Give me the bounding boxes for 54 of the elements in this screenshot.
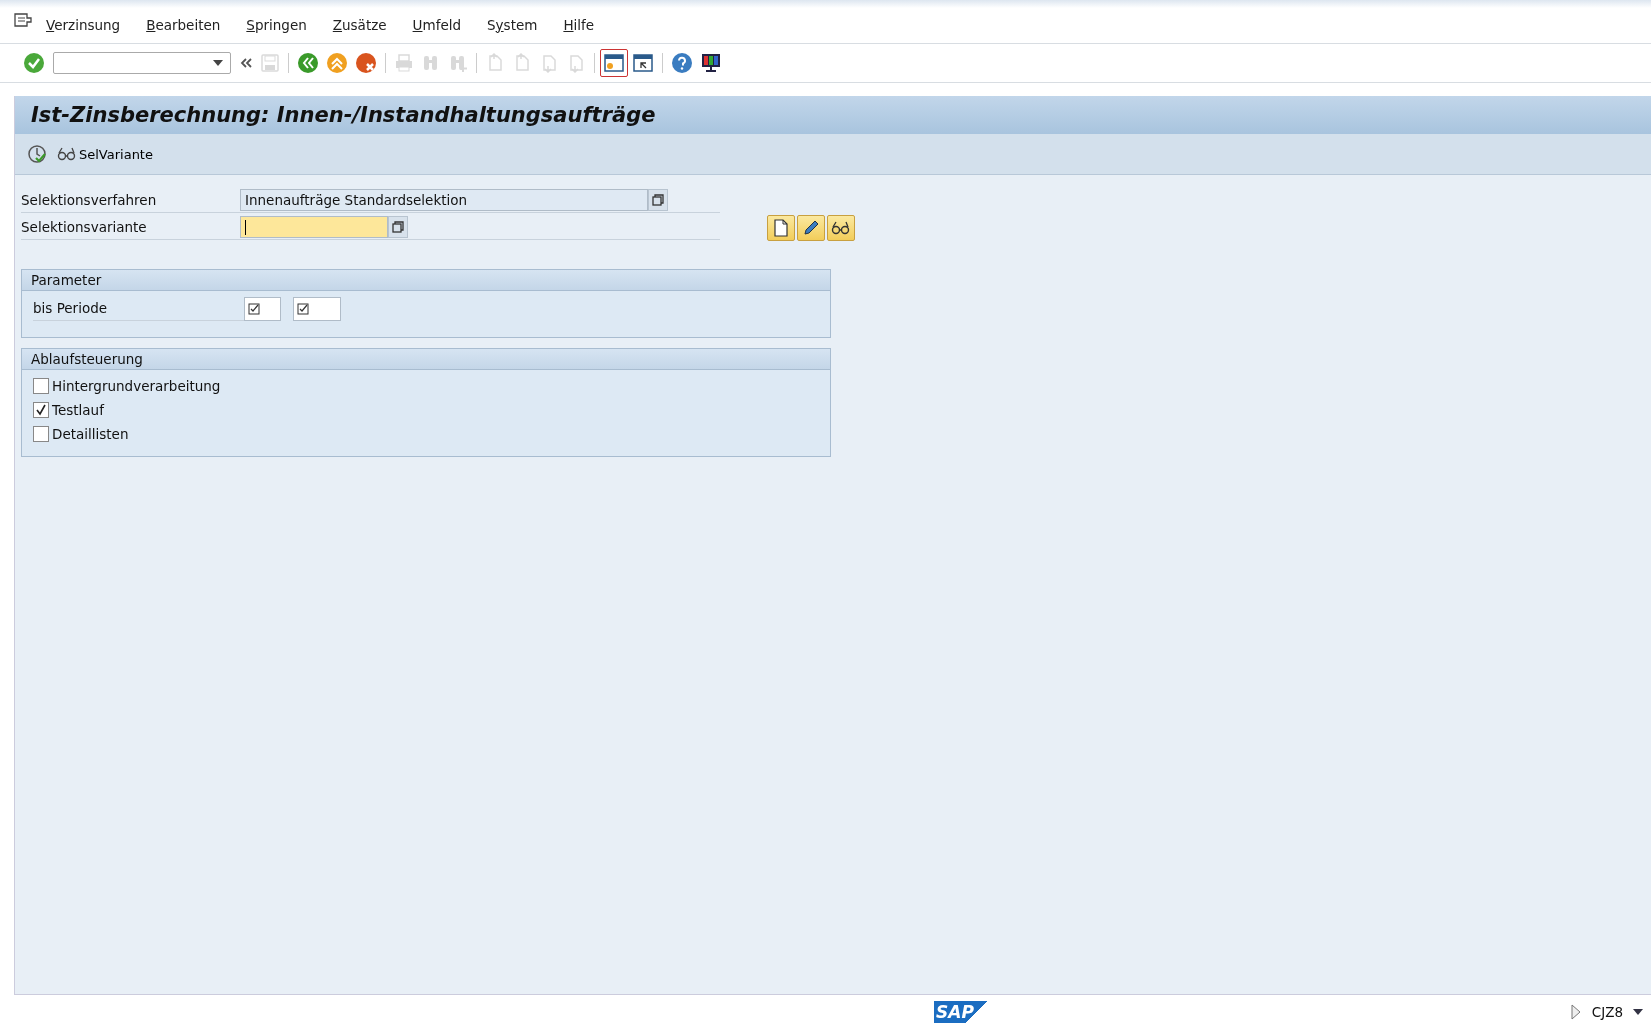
- transaction-code[interactable]: CJZ8: [1591, 1004, 1623, 1020]
- edit-variant-button[interactable]: [797, 214, 825, 241]
- dropdown-icon[interactable]: [1633, 1009, 1643, 1015]
- checkbox-label[interactable]: Hintergrundverarbeitung: [52, 378, 221, 394]
- group-title: Parameter: [22, 270, 830, 291]
- field-label: bis Periode: [33, 296, 244, 321]
- menu-item[interactable]: Springen: [246, 16, 307, 33]
- menu-item[interactable]: Bearbeiten: [146, 16, 221, 33]
- logo: SAP: [934, 1001, 988, 1023]
- checkbox[interactable]: [33, 378, 49, 394]
- cancel-icon[interactable]: [355, 52, 377, 74]
- menu-item[interactable]: System: [487, 16, 538, 33]
- exit-icon[interactable]: [326, 52, 348, 74]
- input-field[interactable]: [293, 296, 341, 321]
- glasses-icon: [831, 220, 851, 235]
- shortcut-window-icon[interactable]: [632, 52, 654, 74]
- checkmark-icon[interactable]: [23, 52, 45, 74]
- copy-icon: [652, 194, 664, 206]
- checkbox[interactable]: [33, 402, 49, 418]
- expand-arrow-icon[interactable]: [1569, 1004, 1582, 1020]
- input-field[interactable]: Innenaufträge Standardselektion: [240, 189, 648, 211]
- input-field[interactable]: [240, 216, 388, 238]
- variant-button[interactable]: SelVariante: [55, 144, 155, 164]
- double-chevron-icon[interactable]: [239, 57, 253, 69]
- menu-item[interactable]: Umfeld: [412, 16, 461, 33]
- required-entry-icon: [297, 302, 309, 315]
- monitor-icon[interactable]: [700, 52, 722, 74]
- field-label: Selektionsverfahren: [21, 188, 240, 213]
- menu-item[interactable]: Hilfe: [563, 16, 595, 33]
- back-icon[interactable]: [297, 52, 319, 74]
- document-icon: [773, 218, 789, 237]
- pencil-icon: [802, 218, 820, 237]
- checkbox-label[interactable]: Detaillisten: [52, 426, 129, 442]
- copy-icon: [392, 221, 404, 233]
- group-title: Ablaufsteuerung: [22, 349, 830, 370]
- value-help-button[interactable]: [648, 189, 668, 211]
- input-field[interactable]: [244, 296, 281, 321]
- dropdown-icon[interactable]: [212, 59, 224, 67]
- screen-title: Ist-Zinsberechnung: Innen-/Instandhaltungsaufträge: [31, 103, 656, 127]
- display-variant-button[interactable]: [827, 214, 855, 241]
- menu-icon[interactable]: [14, 11, 32, 28]
- value-help-button[interactable]: [388, 216, 408, 238]
- create-variant-button[interactable]: [767, 214, 795, 241]
- new-window-icon[interactable]: [603, 52, 625, 74]
- checkbox-label[interactable]: Testlauf: [52, 402, 104, 418]
- glasses-icon: [57, 147, 77, 161]
- checkbox[interactable]: [33, 426, 49, 442]
- execute-icon[interactable]: [27, 144, 47, 164]
- required-entry-icon: [248, 302, 260, 315]
- menu-item[interactable]: Verzinsung: [46, 16, 121, 33]
- help-icon[interactable]: [671, 52, 693, 74]
- command-field[interactable]: [53, 52, 231, 74]
- field-label: Selektionsvariante: [21, 215, 240, 240]
- menu-item[interactable]: Zusätze: [332, 16, 387, 33]
